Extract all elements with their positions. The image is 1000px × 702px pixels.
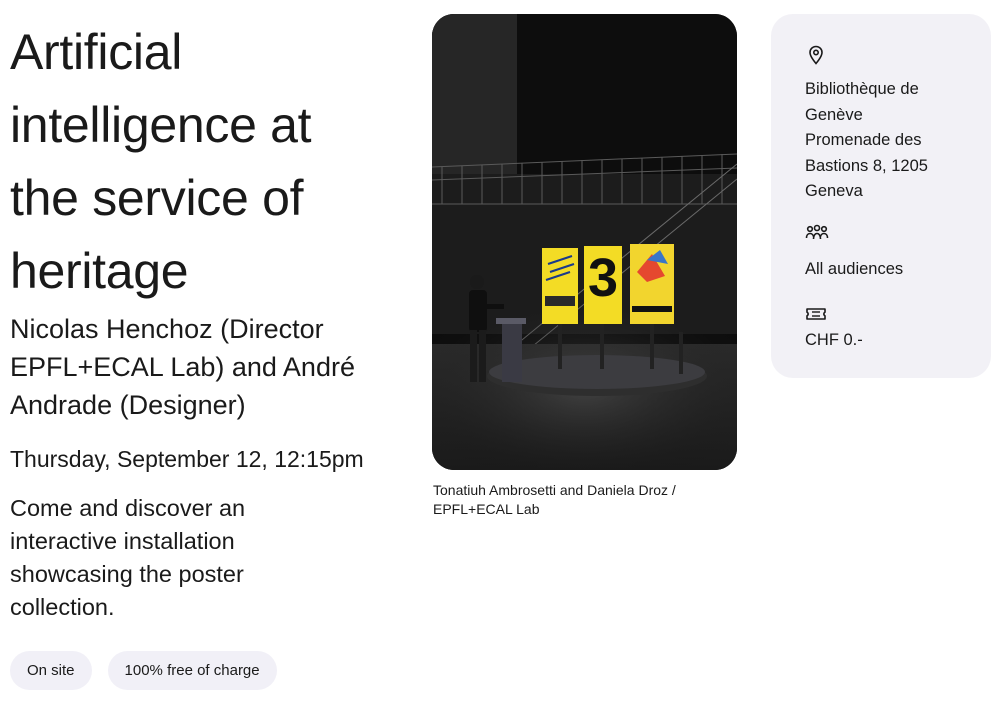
- poster-number: 3: [588, 248, 618, 308]
- event-description: Come and discover an interactive install…: [10, 492, 310, 624]
- map-pin-icon: [805, 44, 827, 66]
- address-line: Promenade des: [805, 131, 922, 149]
- speakers-line: Nicolas Henchoz (Director: [10, 314, 324, 344]
- tag-on-site: On site: [10, 651, 92, 690]
- speakers-line: EPFL+ECAL Lab) and André: [10, 352, 355, 382]
- speakers-line: Andrade (Designer): [10, 390, 246, 420]
- title-line: the service of: [10, 170, 304, 226]
- title-line: heritage: [10, 243, 189, 299]
- address-line: Geneva: [805, 182, 863, 200]
- audience-text: All audiences: [805, 260, 904, 278]
- title-line: Artificial: [10, 24, 183, 80]
- location-address: Bibliothèque de Genève Promenade des Bas…: [805, 77, 975, 205]
- event-title: Artificial intelligence at the service o…: [10, 16, 410, 308]
- people-icon: [805, 223, 829, 245]
- event-photo: 3: [432, 14, 737, 470]
- installation-illustration: 3: [432, 14, 737, 470]
- event-details: Artificial intelligence at the service o…: [10, 16, 410, 624]
- description-line: showcasing the poster: [10, 561, 244, 587]
- caption-line: EPFL+ECAL Lab: [433, 501, 540, 517]
- event-tags: On site 100% free of charge: [10, 651, 277, 690]
- photo-caption: Tonatiuh Ambrosetti and Daniela Droz / E…: [433, 481, 733, 519]
- tag-free: 100% free of charge: [107, 651, 277, 690]
- description-line: Come and discover an: [10, 495, 246, 521]
- event-page: Artificial intelligence at the service o…: [0, 0, 1000, 702]
- event-datetime: Thursday, September 12, 12:15pm: [10, 446, 364, 472]
- address-line: Bastions 8, 1205: [805, 156, 928, 175]
- ticket-icon: [805, 303, 827, 325]
- address-line: Genève: [805, 105, 863, 124]
- price-text: CHF 0.-: [805, 331, 863, 349]
- info-card: Bibliothèque de Genève Promenade des Bas…: [771, 14, 991, 378]
- description-line: collection.: [10, 594, 115, 620]
- title-line: intelligence at: [10, 97, 312, 153]
- description-line: interactive installation: [10, 528, 235, 554]
- caption-line: Tonatiuh Ambrosetti and Daniela Droz /: [433, 482, 676, 498]
- event-speakers: Nicolas Henchoz (Director EPFL+ECAL Lab)…: [10, 310, 410, 424]
- address-line: Bibliothèque de: [805, 80, 919, 98]
